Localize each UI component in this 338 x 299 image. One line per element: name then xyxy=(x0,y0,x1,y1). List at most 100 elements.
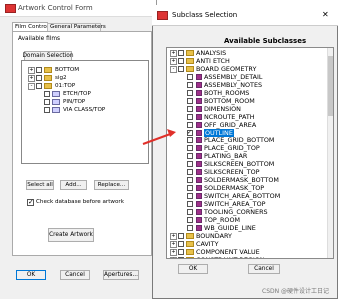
subclass-checkbox[interactable] xyxy=(187,185,193,192)
group-checkbox[interactable] xyxy=(178,232,184,239)
group-expander-icon[interactable]: + xyxy=(170,232,177,240)
group-label[interactable]: ANALYSIS xyxy=(196,49,226,57)
tree-item-checkbox[interactable] xyxy=(44,99,50,105)
tree-item-label[interactable]: PIN/TOP xyxy=(63,98,85,106)
subclass-item[interactable]: SILKSCREEN_BOTTOM xyxy=(204,160,274,168)
subclass-item[interactable]: PLATING_BAR xyxy=(204,152,247,160)
subclass-list[interactable]: + ANALYSIS + ANTI ETCH - BOARD GEOMETRY ASSEMB… xyxy=(166,47,334,259)
subclass-color-icon xyxy=(196,185,202,192)
group-expander-icon[interactable]: + xyxy=(170,50,177,57)
subclass-checkbox[interactable] xyxy=(187,113,193,120)
subclass-item[interactable]: ASSEMBLY_DETAIL xyxy=(204,73,262,81)
subclass-checkbox[interactable] xyxy=(187,224,193,231)
bg-ok-button[interactable]: OK xyxy=(16,270,46,280)
subclass-item[interactable]: DIMENSION xyxy=(204,105,241,113)
tree-item-checkbox[interactable] xyxy=(36,67,42,73)
group-expander-icon[interactable]: + xyxy=(170,240,177,248)
subclass-checkbox[interactable] xyxy=(187,201,193,208)
subclass-color-icon xyxy=(196,73,202,80)
group-expander-icon[interactable]: + xyxy=(170,248,177,256)
subclass-item[interactable]: TOP_ROOM xyxy=(204,216,240,224)
subclass-checkbox[interactable] xyxy=(187,137,193,144)
group-expander-icon[interactable]: + xyxy=(170,256,177,258)
group-expander-icon[interactable]: - xyxy=(170,65,177,73)
subclass-checkbox[interactable] xyxy=(187,89,193,96)
group-checkbox[interactable] xyxy=(178,240,184,247)
group-label[interactable]: CONSTRAINT REGION xyxy=(196,256,265,258)
dialog-cancel-button[interactable]: Cancel xyxy=(248,264,280,274)
subclass-checkbox[interactable] xyxy=(187,153,193,160)
select-all-button[interactable]: Select all xyxy=(26,180,54,190)
tree-item-label[interactable]: VIA CLASS/TOP xyxy=(63,106,105,114)
replace-button[interactable]: Replace... xyxy=(94,180,129,190)
add-button[interactable]: Add... xyxy=(60,180,87,190)
subclass-checkbox[interactable] xyxy=(187,169,193,176)
scrollbar-thumb[interactable] xyxy=(328,56,333,116)
close-icon[interactable]: ✕ xyxy=(322,10,329,19)
create-artwork-button[interactable]: Create Artwork xyxy=(48,228,94,242)
group-label[interactable]: BOUNDARY xyxy=(196,232,232,240)
tree-expander-icon[interactable]: + xyxy=(28,75,35,82)
subclass-item[interactable]: WB_GUIDE_LINE xyxy=(204,224,256,232)
subclass-color-icon xyxy=(196,121,202,128)
subclass-checkbox[interactable] xyxy=(187,161,193,168)
subclass-checkbox[interactable] xyxy=(187,216,193,223)
subclass-checkbox[interactable] xyxy=(187,177,193,184)
subclass-checkbox[interactable]: ✓ xyxy=(187,129,193,136)
subclass-item[interactable]: TOOLING_CORNERS xyxy=(204,208,268,216)
subclass-item[interactable]: SILKSCREEN_TOP xyxy=(204,168,260,176)
tree-item-checkbox[interactable] xyxy=(36,83,42,89)
subclass-item[interactable]: NCROUTE_PATH xyxy=(204,113,255,121)
group-expander-icon[interactable]: + xyxy=(170,57,177,65)
subclass-item[interactable]: SWITCH_AREA_TOP xyxy=(204,200,265,208)
subclass-checkbox[interactable] xyxy=(187,81,193,88)
subclass-color-icon xyxy=(196,193,202,200)
group-checkbox[interactable] xyxy=(178,248,184,255)
group-checkbox[interactable] xyxy=(178,57,184,64)
tree-item-checkbox[interactable] xyxy=(44,91,50,97)
subclass-item[interactable]: PLACE_GRID_TOP xyxy=(204,144,260,152)
tree-item-label[interactable]: 01:TOP xyxy=(55,82,75,90)
group-label[interactable]: ANTI ETCH xyxy=(196,57,230,65)
tree-item-label[interactable]: BOTTOM xyxy=(55,66,79,74)
apertures-button[interactable]: Apertures... xyxy=(103,270,139,280)
tree-expander-icon[interactable]: - xyxy=(28,83,35,90)
group-checkbox[interactable] xyxy=(178,256,184,258)
tree-item-checkbox[interactable] xyxy=(36,75,42,81)
subclass-item[interactable]: ASSEMBLY_NOTES xyxy=(204,81,262,89)
annotation-arrow xyxy=(142,129,176,145)
subclass-item[interactable]: SOLDERMASK_TOP xyxy=(204,184,264,192)
available-films-label: Available films xyxy=(18,36,61,42)
check-database-checkbox[interactable]: ✓ xyxy=(27,198,34,206)
subclass-color-icon xyxy=(196,105,202,112)
tree-item-label[interactable]: sig2 xyxy=(55,74,67,82)
subclass-checkbox[interactable] xyxy=(187,193,193,200)
subclass-checkbox[interactable] xyxy=(187,73,193,80)
subclass-checkbox[interactable] xyxy=(187,209,193,215)
subclass-item-selected[interactable]: OUTLINE xyxy=(204,128,234,137)
group-label[interactable]: CAVITY xyxy=(196,240,219,248)
subclass-checkbox[interactable] xyxy=(187,97,193,104)
subclass-checkbox[interactable] xyxy=(187,105,193,112)
subclass-item[interactable]: OFF_GRID_AREA xyxy=(204,121,256,129)
group-checkbox[interactable] xyxy=(178,65,184,72)
group-label[interactable]: BOARD GEOMETRY xyxy=(196,65,256,73)
tree-item-checkbox[interactable] xyxy=(44,107,50,113)
tree-expander-icon[interactable]: + xyxy=(28,67,35,74)
subclass-item[interactable]: PLACE_GRID_BOTTOM xyxy=(204,136,274,144)
dialog-titlebar: Subclass Selection ✕ xyxy=(152,5,338,26)
group-label[interactable]: COMPONENT VALUE xyxy=(196,248,260,256)
checkmark-icon: ✓ xyxy=(28,198,34,206)
subclass-checkbox[interactable] xyxy=(187,145,193,152)
tree-item-label[interactable]: ETCH/TOP xyxy=(63,90,91,98)
subclass-item[interactable]: SOLDERMASK_BOTTOM xyxy=(204,176,279,184)
bg-cancel-button[interactable]: Cancel xyxy=(60,270,90,280)
folder-icon xyxy=(186,248,194,255)
subclass-item[interactable]: BOTH_ROOMS xyxy=(204,89,249,97)
film-icon xyxy=(52,107,60,113)
group-checkbox[interactable] xyxy=(178,50,184,56)
subclass-item[interactable]: BOTTOM_ROOM xyxy=(204,97,255,105)
dialog-ok-button[interactable]: OK xyxy=(178,264,208,274)
subclass-item[interactable]: SWITCH_AREA_BOTTOM xyxy=(204,192,280,200)
subclass-color-icon xyxy=(196,201,202,208)
